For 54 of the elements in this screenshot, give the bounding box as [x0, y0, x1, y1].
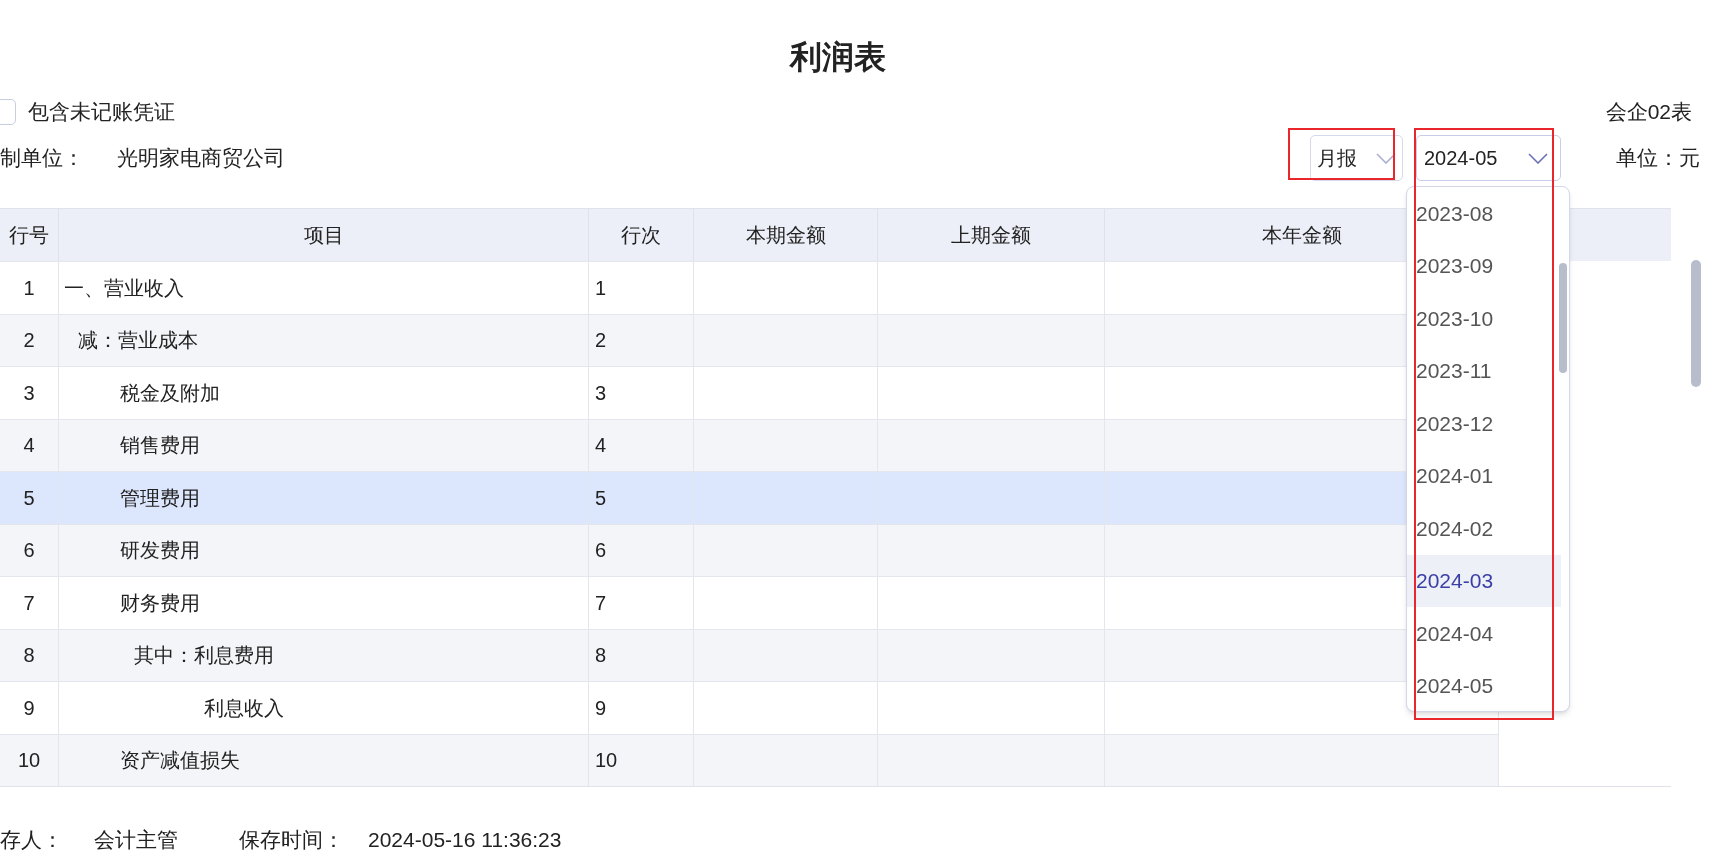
table-cell[interactable]: 管理费用: [59, 471, 589, 524]
save-time: 2024-05-16 11:36:23: [368, 827, 562, 853]
table-cell: 3: [0, 366, 59, 419]
table-cell: 5: [0, 471, 59, 524]
table-cell[interactable]: 销售费用: [59, 418, 589, 471]
table-cell: 6: [0, 523, 59, 576]
saver-label: 存人：: [0, 827, 64, 853]
company-name: 光明家电商贸公司: [117, 145, 285, 172]
table-cell: 9: [589, 681, 694, 734]
dropdown-option[interactable]: 2023-11: [1407, 344, 1561, 397]
table-cell: 10: [589, 733, 694, 786]
table-cell[interactable]: 利息收入: [59, 681, 589, 734]
table-cell: 8: [589, 628, 694, 681]
dropdown-option[interactable]: 2024-04: [1407, 607, 1561, 660]
saver-name: 会计主管: [94, 827, 179, 853]
table-cell[interactable]: 一、营业收入: [59, 261, 589, 314]
table-cell: 8: [0, 628, 59, 681]
table-cell: 5: [589, 471, 694, 524]
period-type-select[interactable]: 月报: [1310, 135, 1403, 181]
table-cell[interactable]: 其中：利息费用: [59, 628, 589, 681]
dropdown-option[interactable]: 2023-10: [1407, 292, 1561, 345]
table-cell: 2: [0, 313, 59, 366]
dropdown-option[interactable]: 2023-12: [1407, 397, 1561, 450]
scrollbar[interactable]: [1691, 260, 1701, 387]
table-cell[interactable]: 研发费用: [59, 523, 589, 576]
table-cell: 9: [0, 681, 59, 734]
dropdown-option[interactable]: 2024-03: [1407, 554, 1561, 607]
table-cell[interactable]: 财务费用: [59, 576, 589, 629]
table-cell: 10: [0, 733, 59, 786]
save-time-label: 保存时间：: [239, 827, 345, 853]
chevron-down-icon: [1376, 152, 1396, 164]
table-cell: 6: [589, 523, 694, 576]
unit-label: 单位：元: [1616, 145, 1700, 172]
dropdown-option[interactable]: 2024-01: [1407, 449, 1561, 502]
form-code: 会企02表: [1605, 99, 1692, 126]
period-select[interactable]: 2024-05: [1416, 135, 1561, 181]
table-cell[interactable]: 资产减值损失: [59, 733, 589, 786]
table-cell: 4: [589, 418, 694, 471]
report-title: 利润表: [790, 38, 886, 77]
table-cell: 2: [589, 313, 694, 366]
dropdown-option[interactable]: 2024-02: [1407, 502, 1561, 555]
table-cell: 7: [0, 576, 59, 629]
table-cell[interactable]: 税金及附加: [59, 366, 589, 419]
company-label: 制单位：: [0, 145, 85, 172]
table-cell: 7: [589, 576, 694, 629]
table-cell: 4: [0, 418, 59, 471]
dropdown-option[interactable]: 2024-05: [1407, 659, 1561, 711]
table-cell: 1: [589, 261, 694, 314]
table-cell[interactable]: 减：营业成本: [59, 313, 589, 366]
scrollbar[interactable]: [1559, 263, 1567, 373]
table-cell: 3: [589, 366, 694, 419]
table-cell: 1: [0, 261, 59, 314]
chevron-down-icon: [1528, 152, 1548, 164]
checkbox-label: 包含未记账凭证: [28, 99, 175, 126]
